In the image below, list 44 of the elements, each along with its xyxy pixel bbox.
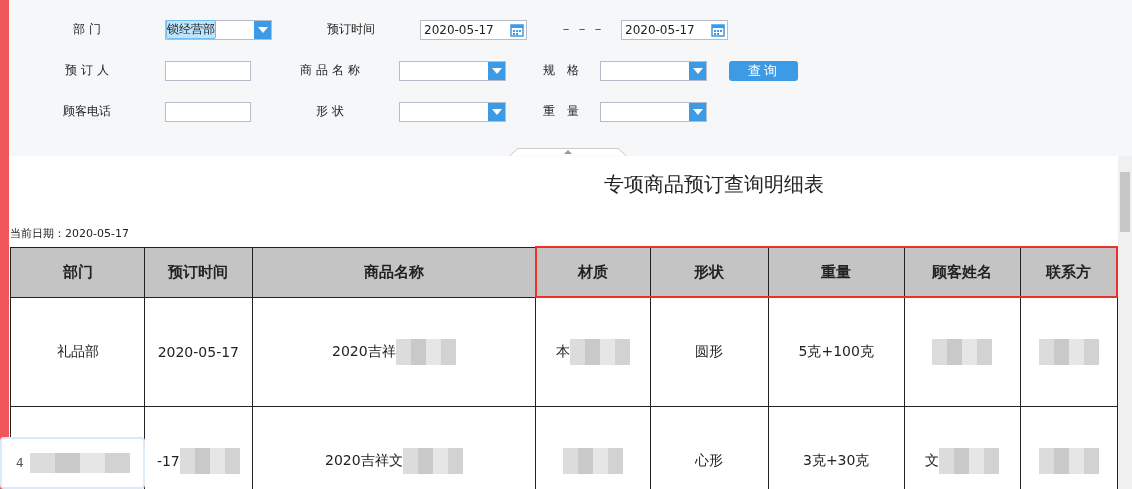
- column-header: 重量: [768, 247, 905, 297]
- column-header: 形状: [650, 247, 769, 297]
- calendar-icon[interactable]: [711, 22, 725, 37]
- column-header: 材质: [535, 247, 651, 297]
- field-label: 预订时间: [326, 21, 376, 38]
- dropdown-field[interactable]: [399, 101, 506, 122]
- scrollbar-thumb[interactable]: [1120, 172, 1130, 232]
- current-date-text: 当前日期：2020-05-17: [10, 226, 130, 242]
- table-cell: 5克+100克: [798, 343, 874, 361]
- table-cell: 2020-05-17: [157, 343, 239, 360]
- date-field[interactable]: 2020-05-17: [621, 19, 728, 40]
- column-header: 预订时间: [144, 247, 253, 297]
- popup-text: 4: [16, 456, 24, 470]
- table-cell: 2020吉祥: [331, 342, 396, 361]
- field-label: 规 格: [542, 62, 584, 79]
- range-separator: －－－: [559, 21, 609, 38]
- table-cell: 3克+30克: [802, 452, 870, 470]
- table-cell: 礼品部: [56, 342, 99, 361]
- report-title: 专项商品预订查询明细表: [603, 171, 825, 198]
- dropdown-field[interactable]: [399, 60, 506, 81]
- date-field[interactable]: 2020-05-17: [420, 19, 527, 40]
- input-field[interactable]: [165, 101, 251, 122]
- field-label: 形 状: [315, 103, 345, 120]
- field-label: 顾客电话: [62, 103, 112, 120]
- column-header: 联系方: [1020, 247, 1117, 297]
- dropdown-field[interactable]: [600, 101, 707, 122]
- column-header: 商品名称: [252, 247, 536, 297]
- calendar-icon[interactable]: [510, 22, 524, 37]
- table-cell: 圆形: [695, 343, 724, 361]
- field-label: 预 订 人: [64, 62, 110, 79]
- table-cell: 2020吉祥文: [324, 452, 403, 470]
- field-label: 部 门: [72, 21, 102, 38]
- table-cell: -17: [156, 453, 180, 469]
- table-cell: 心形: [695, 452, 724, 470]
- column-header: 顾客姓名: [904, 247, 1021, 297]
- collapse-handle-icon[interactable]: [509, 148, 626, 156]
- column-header: 部门: [10, 247, 145, 297]
- input-field[interactable]: [165, 60, 251, 81]
- dropdown-field[interactable]: 锁经营部: [165, 19, 272, 40]
- field-label: 商 品 名 称: [299, 62, 361, 79]
- field-label: 重 量: [542, 103, 584, 120]
- table-cell: 本: [555, 343, 570, 361]
- dropdown-field[interactable]: [600, 60, 707, 81]
- table-cell: 文: [925, 452, 940, 470]
